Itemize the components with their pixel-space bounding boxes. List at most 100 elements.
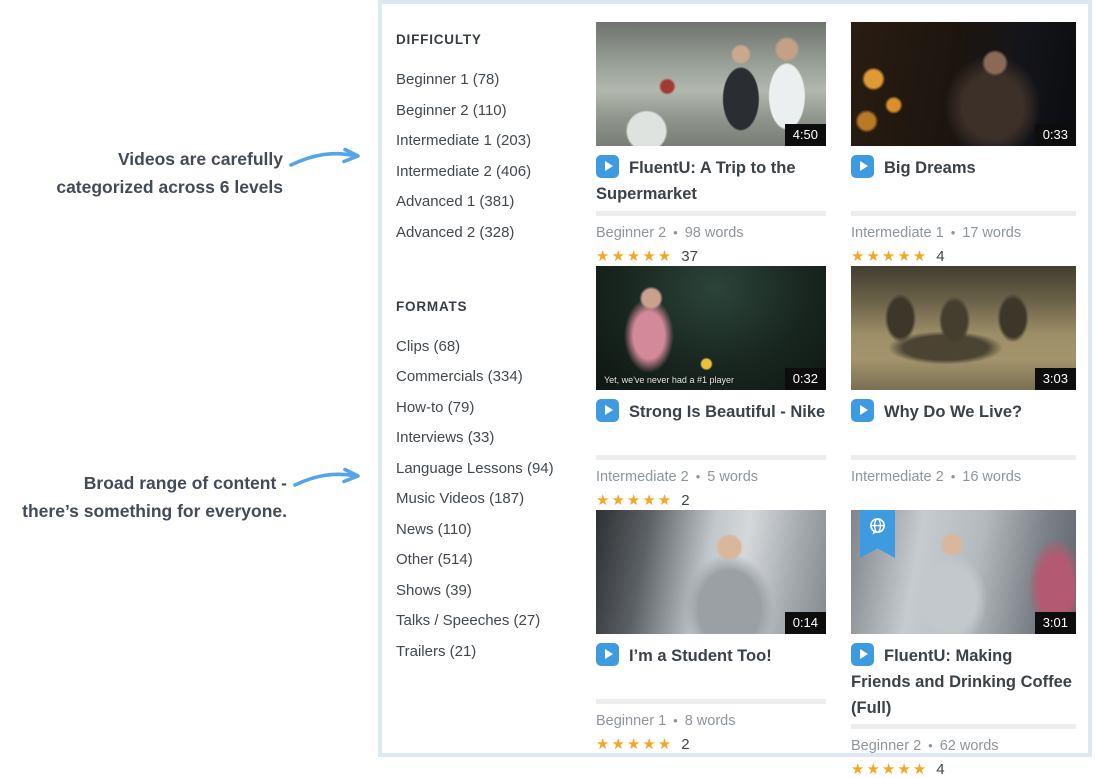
progress-bar xyxy=(596,699,826,704)
video-thumbnail[interactable]: Yet, we've never had a #1 player 0:32 xyxy=(596,266,826,390)
difficulty-filter-list: Beginner 1 (78) Beginner 2 (110) Intermedi… xyxy=(396,71,592,241)
video-level: Beginner 2 xyxy=(596,225,666,241)
video-rating: ★★★★★ 4 xyxy=(851,760,1076,778)
filter-item[interactable]: Clips (68) xyxy=(396,338,592,355)
progress-bar xyxy=(851,724,1076,729)
video-title-text: Big Dreams xyxy=(884,159,976,177)
separator-dot: • xyxy=(696,469,701,484)
video-title[interactable]: Why Do We Live? xyxy=(851,399,1076,452)
arrow-right-icon xyxy=(292,466,368,494)
video-title[interactable]: FluentU: Making Friends and Drinking Cof… xyxy=(851,643,1076,721)
video-title-text: FluentU: Making Friends and Drinking Cof… xyxy=(851,647,1072,717)
annotation-content: Broad range of content - there’s somethi… xyxy=(22,469,287,525)
separator-dot: • xyxy=(673,225,678,240)
filter-item[interactable]: Beginner 2 (110) xyxy=(396,102,592,119)
video-level: Intermediate 2 xyxy=(851,469,944,485)
filter-item[interactable]: Language Lessons (94) xyxy=(396,460,592,477)
duration-badge: 0:33 xyxy=(1035,124,1076,146)
difficulty-section-title: DIFFICULTY xyxy=(396,32,592,47)
star-rating-icons: ★★★★★ xyxy=(596,248,673,265)
annotation-levels: Videos are carefully categorized across … xyxy=(56,145,283,201)
thumbnail-caption: Yet, we've never had a #1 player xyxy=(604,375,764,385)
filter-item[interactable]: Beginner 1 (78) xyxy=(396,71,592,88)
filter-item[interactable]: News (110) xyxy=(396,521,592,538)
rating-count: 4 xyxy=(936,761,944,778)
video-title[interactable]: Big Dreams xyxy=(851,155,1076,208)
formats-filter-section: FORMATS Clips (68)Commercials (334)How-t… xyxy=(396,299,592,660)
play-icon xyxy=(596,399,619,422)
annotation-levels-line1: Videos are carefully xyxy=(56,145,283,173)
video-title-text: FluentU: A Trip to the Supermarket xyxy=(596,159,796,203)
separator-dot: • xyxy=(951,225,956,240)
annotation-content-line2: there’s something for everyone. xyxy=(22,497,287,525)
video-card[interactable]: 3:03 Why Do We Live? Intermediate 2•16 w… xyxy=(851,266,1076,510)
video-title-text: Strong Is Beautiful - Nike xyxy=(629,403,825,421)
filter-item[interactable]: Music Videos (187) xyxy=(396,490,592,507)
video-thumbnail[interactable]: 3:01 xyxy=(851,510,1076,634)
star-rating-icons: ★★★★★ xyxy=(851,761,928,778)
video-rating: ★★★★★ 37 xyxy=(596,247,826,265)
play-icon xyxy=(851,399,874,422)
video-title-text: I’m a Student Too! xyxy=(629,647,772,665)
formats-filter-list: Clips (68) Commercials (334) How-to (79) In… xyxy=(396,338,592,660)
filter-item[interactable]: Interviews (33) xyxy=(396,429,592,446)
play-icon xyxy=(596,155,619,178)
video-card[interactable]: 0:33 Big Dreams Intermediate 1•17 words … xyxy=(851,22,1076,266)
filters-sidebar: DIFFICULTY Beginner 1 (78) Beginner 2 (11… xyxy=(396,32,592,718)
video-meta: Beginner 2 • 98 words xyxy=(596,225,826,241)
difficulty-filter-section: DIFFICULTY Beginner 1 (78) Beginner 2 (11… xyxy=(396,32,592,241)
star-rating-icons: ★★★★★ xyxy=(596,736,673,753)
video-wordcount: 5 words xyxy=(707,469,758,485)
video-title-text: Why Do We Live? xyxy=(884,403,1022,421)
video-wordcount: 17 words xyxy=(962,225,1021,241)
video-level: Beginner 2 xyxy=(851,738,921,754)
fluentu-ribbon-badge xyxy=(860,510,895,558)
filter-item[interactable]: How-to (79) xyxy=(396,399,592,416)
video-level: Intermediate 1 xyxy=(851,225,944,241)
video-thumbnail[interactable]: 3:03 xyxy=(851,266,1076,390)
video-rating: ★★★★★ 2 xyxy=(596,491,826,509)
filter-item[interactable]: Commercials (334) xyxy=(396,368,592,385)
progress-bar xyxy=(851,455,1076,460)
filter-item[interactable]: Shows (39) xyxy=(396,582,592,599)
filter-item[interactable]: Advanced 2 (328) xyxy=(396,224,592,241)
filter-item[interactable]: Other (514) xyxy=(396,551,592,568)
video-card[interactable]: 0:14 I’m a Student Too! Beginner 1•8 wor… xyxy=(596,510,826,754)
duration-badge: 0:14 xyxy=(785,612,826,634)
video-card[interactable]: 3:01 FluentU: Making Friends and Drinkin… xyxy=(851,510,1076,754)
filter-item[interactable]: Advanced 1 (381) xyxy=(396,193,592,210)
video-thumbnail[interactable]: 4:50 xyxy=(596,22,826,146)
play-icon xyxy=(596,643,619,666)
video-level: Beginner 1 xyxy=(596,713,666,729)
video-meta: Beginner 2 • 62 words xyxy=(851,738,1076,754)
star-rating-icons: ★★★★★ xyxy=(851,248,928,265)
duration-badge: 3:01 xyxy=(1035,612,1076,634)
filter-item[interactable]: Talks / Speeches (27) xyxy=(396,612,592,629)
video-wordcount: 16 words xyxy=(962,469,1021,485)
video-title[interactable]: I’m a Student Too! xyxy=(596,643,826,696)
video-card[interactable]: Yet, we've never had a #1 player 0:32 St… xyxy=(596,266,826,510)
video-title[interactable]: FluentU: A Trip to the Supermarket xyxy=(596,155,826,208)
annotation-levels-line2: categorized across 6 levels xyxy=(56,173,283,201)
video-meta: Beginner 1•8 words xyxy=(596,713,826,729)
separator-dot: • xyxy=(928,738,933,753)
star-rating-icons: ★★★★★ xyxy=(596,492,673,509)
progress-bar xyxy=(851,211,1076,216)
video-card[interactable]: 4:50 FluentU: A Trip to the Supermarket … xyxy=(596,22,826,266)
rating-count: 37 xyxy=(681,248,698,265)
video-wordcount: 8 words xyxy=(685,713,736,729)
video-wordcount: 98 words xyxy=(685,225,744,241)
video-thumbnail[interactable]: 0:14 xyxy=(596,510,826,634)
rating-count: 2 xyxy=(681,736,689,753)
video-thumbnail[interactable]: 0:33 xyxy=(851,22,1076,146)
filter-item[interactable]: Trailers (21) xyxy=(396,643,592,660)
rating-count: 2 xyxy=(681,492,689,509)
progress-bar xyxy=(596,211,826,216)
rating-count: 4 xyxy=(936,248,944,265)
filter-item[interactable]: Intermediate 1 (203) xyxy=(396,132,592,149)
video-rating: ★★★★★ 4 xyxy=(851,247,1076,265)
video-title[interactable]: Strong Is Beautiful - Nike xyxy=(596,399,826,452)
video-meta: Intermediate 1 • 17 words xyxy=(851,225,1076,241)
filter-item[interactable]: Intermediate 2 (406) xyxy=(396,163,592,180)
video-wordcount: 62 words xyxy=(940,738,999,754)
